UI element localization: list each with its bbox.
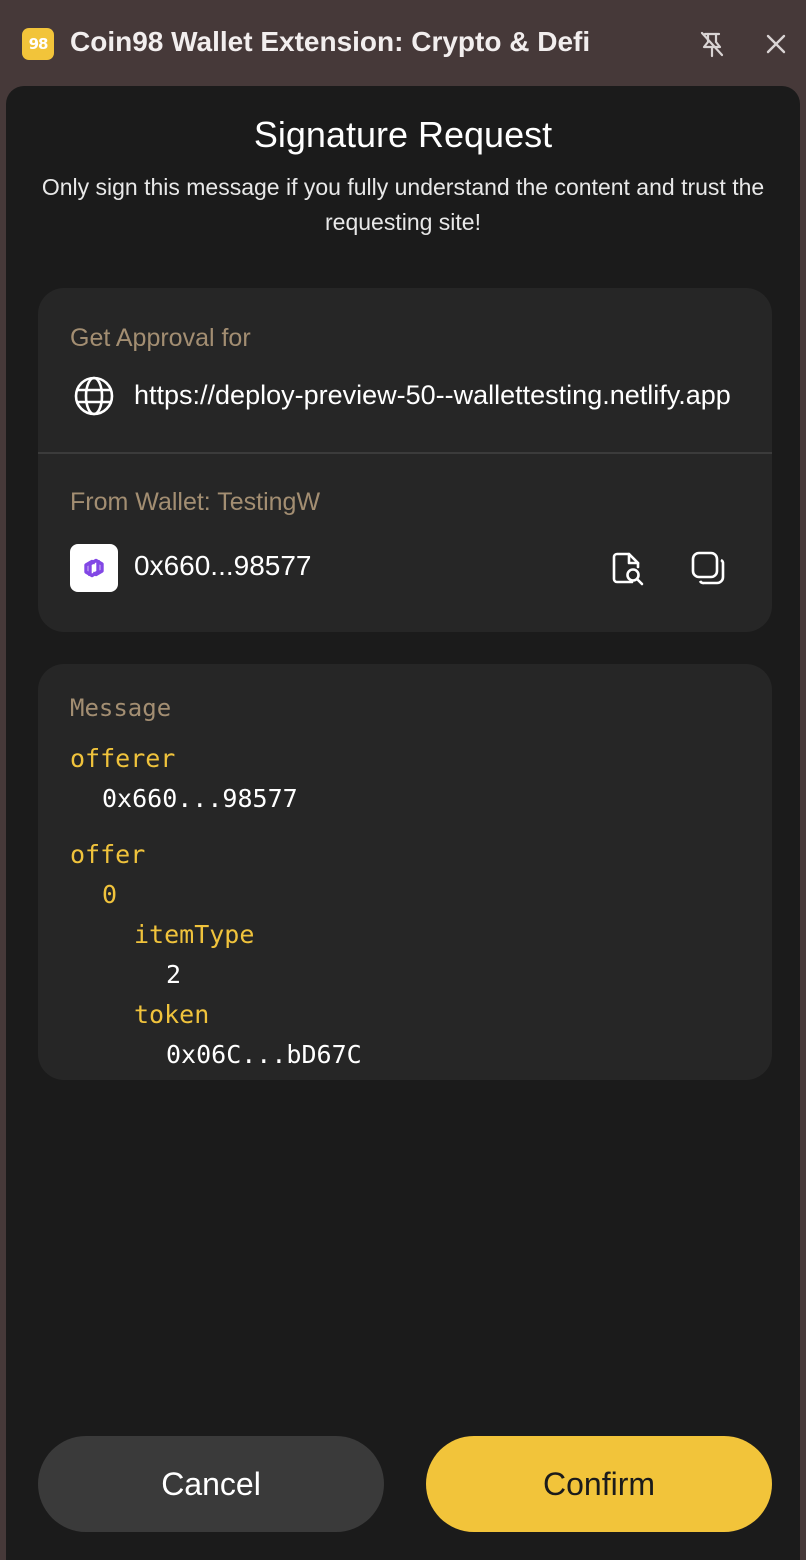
polygon-logo — [70, 544, 118, 592]
copy-icon — [691, 551, 725, 585]
polygon-logo-icon — [84, 558, 104, 578]
wallet-address: 0x660...98577 — [134, 550, 312, 581]
message-key-offer-index: 0 — [102, 880, 118, 909]
close-icon — [766, 34, 786, 54]
window-title: Coin98 Wallet Extension: Crypto & Defi — [70, 26, 591, 57]
extension-window: 98 Coin98 Wallet Extension: Crypto & Def… — [0, 0, 806, 1560]
cancel-button[interactable]: Cancel — [38, 1436, 384, 1532]
copy-address-button[interactable] — [688, 548, 728, 588]
message-value-offerer: 0x660...98577 — [102, 784, 298, 813]
explorer-search-icon — [612, 552, 644, 586]
message-key-offer: offer — [70, 840, 146, 869]
confirm-button[interactable]: Confirm — [426, 1436, 772, 1532]
message-key-offerer: offerer — [70, 744, 176, 773]
warning-text: Only sign this message if you fully unde… — [41, 174, 765, 235]
message-value-item-type: 2 — [166, 960, 182, 989]
approval-label: Get Approval for — [70, 324, 251, 352]
close-button[interactable] — [758, 26, 794, 62]
message-title: Message — [70, 694, 172, 722]
message-value-token: 0x06C...bD67C — [166, 1040, 362, 1069]
message-key-item-type: itemType — [134, 920, 255, 949]
message-key-token: token — [134, 1000, 210, 1029]
message-card[interactable]: Message offerer 0x660...98577 offer 0 it… — [38, 664, 772, 1080]
view-on-explorer-button[interactable] — [608, 548, 648, 588]
card-divider — [38, 452, 772, 454]
unpin-button[interactable] — [694, 26, 730, 62]
app-icon-text: 98 — [28, 35, 49, 53]
title-bar: 98 Coin98 Wallet Extension: Crypto & Def… — [0, 0, 806, 86]
coin98-app-icon: 98 — [22, 28, 54, 60]
globe-icon — [74, 376, 114, 416]
site-url: https://deploy-preview-50--wallettesting… — [134, 380, 731, 410]
unpin-icon — [700, 31, 724, 58]
approval-card: Get Approval for https://deploy-preview-… — [38, 288, 772, 632]
signature-request-panel: Signature Request Only sign this message… — [6, 86, 800, 1560]
page-title: Signature Request — [253, 114, 553, 155]
from-wallet-label: From Wallet: TestingW — [70, 488, 321, 516]
